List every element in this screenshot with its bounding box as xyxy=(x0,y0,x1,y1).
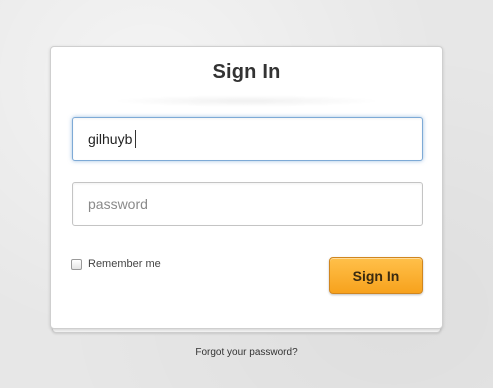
username-field[interactable]: gilhuyb xyxy=(72,117,423,161)
remember-me-checkbox[interactable] xyxy=(71,258,82,270)
username-value: gilhuyb xyxy=(88,131,133,147)
password-placeholder: password xyxy=(88,196,148,212)
sign-in-button[interactable]: Sign In xyxy=(329,257,423,294)
remember-me-option[interactable]: Remember me xyxy=(71,258,161,270)
remember-me-label: Remember me xyxy=(88,258,161,270)
text-caret xyxy=(135,130,137,148)
signin-card-stack: Sign In gilhuyb password Remember me Sig… xyxy=(50,46,443,333)
title-divider xyxy=(111,95,382,107)
forgot-password-link[interactable]: Forgot your password? xyxy=(0,347,493,358)
password-field[interactable]: password xyxy=(72,182,423,226)
signin-card: Sign In gilhuyb password Remember me Sig… xyxy=(50,46,443,329)
page-title: Sign In xyxy=(212,61,281,83)
